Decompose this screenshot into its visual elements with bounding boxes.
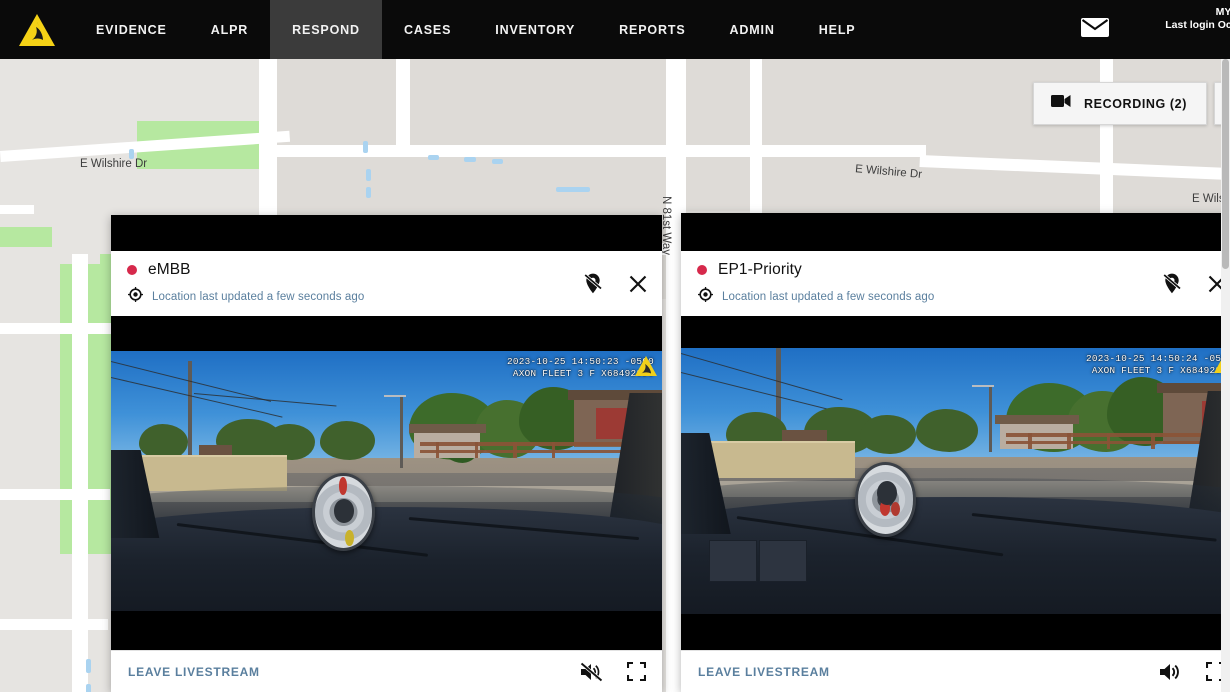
nav-item-alpr[interactable]: ALPR bbox=[189, 0, 270, 59]
video-frame: 2023-10-25 14:50:24 -0500 AXON FLEET 3 F… bbox=[681, 348, 1230, 614]
axon-logo-icon[interactable] bbox=[0, 0, 74, 59]
panel-footer-left: LEAVE LIVESTREAM bbox=[111, 650, 662, 692]
video-osd-left: 2023-10-25 14:50:23 -0500 AXON FLEET 3 F… bbox=[507, 356, 654, 379]
nav-label: EVIDENCE bbox=[96, 22, 167, 37]
map-road bbox=[0, 619, 108, 630]
gps-target-icon bbox=[128, 287, 143, 307]
panel-header-actions bbox=[1161, 272, 1227, 296]
panel-top-letterbox bbox=[111, 215, 662, 251]
map-road bbox=[396, 59, 410, 147]
panel-footer-right: LEAVE LIVESTREAM bbox=[681, 650, 1230, 692]
volume-on-icon[interactable] bbox=[1159, 662, 1182, 682]
nav-item-help[interactable]: HELP bbox=[797, 0, 878, 59]
volume-muted-icon[interactable] bbox=[580, 661, 603, 682]
nav-item-admin[interactable]: ADMIN bbox=[708, 0, 797, 59]
livestream-panel-left: eMBB Location last updated a few seconds… bbox=[111, 215, 662, 692]
nav-label: RESPOND bbox=[292, 22, 360, 37]
video-osd-right: 2023-10-25 14:50:24 -0500 AXON FLEET 3 F… bbox=[1086, 353, 1230, 376]
axon-watermark-icon bbox=[634, 355, 658, 382]
panel-header-actions bbox=[582, 272, 648, 296]
video-player-left[interactable]: 2023-10-25 14:50:23 -0500 AXON FLEET 3 F… bbox=[111, 316, 662, 650]
panel-header-left: eMBB Location last updated a few seconds… bbox=[111, 251, 662, 316]
map-road bbox=[0, 205, 34, 214]
nav-label: ALPR bbox=[210, 22, 249, 37]
stream-title: eMBB bbox=[148, 261, 191, 278]
panel-title-row: EP1-Priority bbox=[697, 261, 1225, 279]
video-camera-id: AXON FLEET 3 F X684923DC bbox=[512, 367, 654, 379]
nav-right-cluster: MY PI Last login Oct 2 SI bbox=[1080, 0, 1230, 59]
nav-label: REPORTS bbox=[619, 22, 686, 37]
panel-title-row: eMBB bbox=[127, 261, 646, 279]
stream-title: EP1-Priority bbox=[718, 261, 802, 278]
map-road bbox=[676, 145, 926, 157]
map-water bbox=[366, 187, 371, 198]
page-scrollbar[interactable] bbox=[1221, 59, 1230, 692]
location-status-text: Location last updated a few seconds ago bbox=[152, 291, 365, 303]
nav-label: ADMIN bbox=[729, 22, 775, 37]
map-water bbox=[86, 684, 91, 692]
video-timestamp: 2023-10-25 14:50:24 -0500 bbox=[1086, 353, 1230, 364]
last-login-label: Last login Oct 2 bbox=[1165, 19, 1230, 31]
leave-livestream-button[interactable]: LEAVE LIVESTREAM bbox=[698, 665, 830, 679]
map-road bbox=[0, 489, 110, 500]
map-road bbox=[276, 145, 676, 157]
map-park-area bbox=[0, 227, 52, 247]
sign-out-label[interactable]: SI bbox=[1114, 32, 1230, 45]
recording-badge-button[interactable]: RECORDING (2) bbox=[1033, 82, 1207, 125]
nav-item-evidence[interactable]: EVIDENCE bbox=[74, 0, 189, 59]
livestream-panel-right: EP1-Priority Location last updated a few… bbox=[681, 213, 1230, 692]
fullscreen-icon[interactable] bbox=[627, 662, 646, 681]
recording-badge-label: RECORDING (2) bbox=[1084, 96, 1187, 111]
panel-header-right: EP1-Priority Location last updated a few… bbox=[681, 251, 1230, 316]
app-root: EVIDENCE ALPR RESPOND CASES INVENTORY RE… bbox=[0, 0, 1230, 692]
panel-footer-actions bbox=[1159, 662, 1225, 682]
nav-label: HELP bbox=[818, 22, 856, 37]
map-road bbox=[72, 254, 88, 692]
video-camera-id: AXON FLEET 3 F X684923JQ bbox=[1091, 364, 1230, 376]
nav-item-inventory[interactable]: INVENTORY bbox=[473, 0, 597, 59]
map-label-street: E Wilshire Dr bbox=[80, 158, 148, 170]
nav-items: EVIDENCE ALPR RESPOND CASES INVENTORY RE… bbox=[74, 0, 878, 59]
video-frame: 2023-10-25 14:50:23 -0500 AXON FLEET 3 F… bbox=[111, 351, 662, 611]
map-water bbox=[428, 155, 439, 160]
nav-item-reports[interactable]: REPORTS bbox=[597, 0, 707, 59]
mail-icon[interactable] bbox=[1080, 15, 1110, 44]
location-off-icon[interactable] bbox=[582, 272, 604, 296]
map-water bbox=[464, 157, 476, 162]
map-water bbox=[86, 659, 91, 673]
gps-target-icon bbox=[698, 287, 713, 307]
close-icon[interactable] bbox=[628, 274, 648, 294]
dashcam-scene bbox=[111, 351, 662, 611]
map-road bbox=[0, 323, 120, 334]
nav-item-cases[interactable]: CASES bbox=[382, 0, 473, 59]
top-navigation-bar: EVIDENCE ALPR RESPOND CASES INVENTORY RE… bbox=[0, 0, 1230, 59]
location-status-row: Location last updated a few seconds ago bbox=[697, 287, 1225, 307]
video-camera-icon bbox=[1051, 94, 1071, 113]
panel-top-letterbox bbox=[681, 213, 1230, 251]
map-water bbox=[556, 187, 590, 192]
live-status-dot bbox=[697, 265, 707, 275]
video-player-right[interactable]: 2023-10-25 14:50:24 -0500 AXON FLEET 3 F… bbox=[681, 316, 1230, 650]
nav-label: INVENTORY bbox=[495, 22, 576, 37]
user-profile-block[interactable]: MY PI Last login Oct 2 SI bbox=[1114, 6, 1230, 45]
page-scrollbar-thumb[interactable] bbox=[1222, 59, 1229, 269]
map-water bbox=[492, 159, 503, 164]
map-water bbox=[366, 169, 371, 181]
nav-item-respond[interactable]: RESPOND bbox=[270, 0, 382, 59]
map-water bbox=[363, 141, 368, 153]
panel-footer-actions bbox=[580, 661, 646, 682]
video-timestamp: 2023-10-25 14:50:23 -0500 bbox=[507, 356, 654, 367]
location-status-row: Location last updated a few seconds ago bbox=[127, 287, 646, 307]
map-label-street: E Wils bbox=[1192, 193, 1225, 205]
leave-livestream-button[interactable]: LEAVE LIVESTREAM bbox=[128, 665, 260, 679]
nav-label: CASES bbox=[403, 22, 452, 37]
dashcam-scene bbox=[681, 348, 1230, 614]
my-profile-label[interactable]: MY PI bbox=[1114, 6, 1230, 19]
location-status-text: Location last updated a few seconds ago bbox=[722, 291, 935, 303]
live-status-dot bbox=[127, 265, 137, 275]
location-off-icon[interactable] bbox=[1161, 272, 1183, 296]
